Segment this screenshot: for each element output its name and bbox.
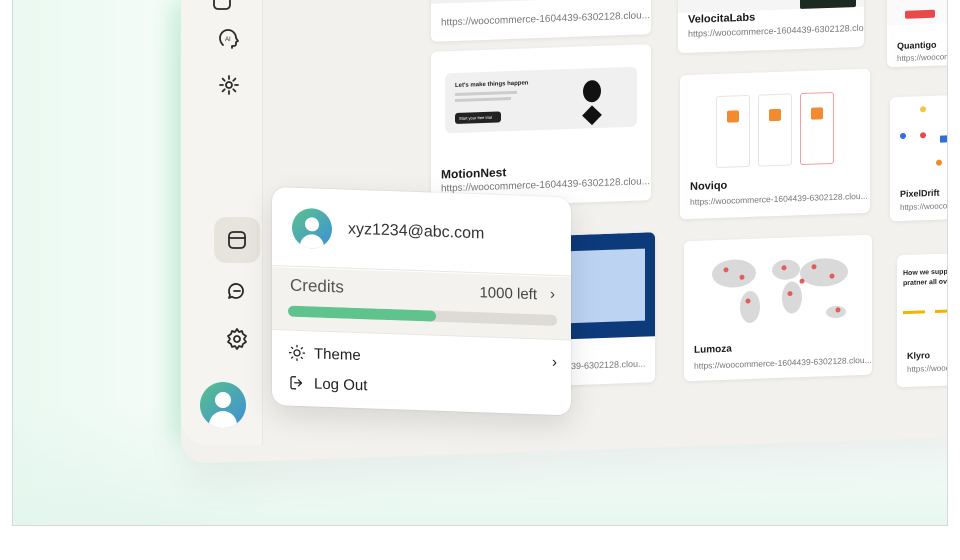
pricing-icon bbox=[811, 107, 823, 120]
site-name: MotionNest bbox=[441, 165, 507, 182]
avatar bbox=[292, 207, 332, 250]
site-card[interactable]: Lumoza https://woocommerce-1604439-63021… bbox=[684, 234, 872, 382]
thumbnail-stars bbox=[935, 309, 947, 313]
thumbnail-cta-label: Start your free trial bbox=[459, 114, 492, 121]
site-thumbnail bbox=[678, 0, 864, 14]
user-email: xyz1234@abc.com bbox=[348, 220, 485, 243]
thumbnail-hero: Let's make things happen Start your free… bbox=[445, 66, 637, 134]
site-name: Quantigo bbox=[897, 39, 937, 52]
settings-spark-icon[interactable] bbox=[206, 62, 252, 108]
site-url[interactable]: https://woocommerce-1604439-6302128.clou… bbox=[690, 191, 868, 207]
site-card[interactable]: Quantigo https://woocommerc... bbox=[887, 0, 947, 68]
site-name: Noviqo bbox=[690, 179, 728, 193]
credits-row[interactable]: Credits 1000 left › bbox=[272, 267, 571, 340]
pricing-column bbox=[800, 91, 834, 166]
thumbnail-button bbox=[905, 9, 935, 19]
thumbnail-stars bbox=[903, 310, 925, 315]
site-thumbnail bbox=[680, 68, 870, 176]
site-card[interactable]: Let's make things happen Start your free… bbox=[431, 44, 651, 208]
site-name: Lumoza bbox=[694, 343, 732, 356]
site-card[interactable]: Noviqo https://woocommerce-1604439-63021… bbox=[680, 68, 870, 220]
site-thumbnail: How we support pratner all over th bbox=[897, 252, 948, 344]
profile-menu: xyz1234@abc.com Credits 1000 left › Them… bbox=[272, 187, 571, 416]
avatar-head bbox=[215, 392, 231, 408]
theme-label: Theme bbox=[314, 344, 361, 364]
world-map-thumbnail bbox=[712, 258, 848, 323]
thumbnail-mascot bbox=[583, 79, 601, 103]
avatar-body bbox=[300, 233, 324, 250]
site-thumbnail bbox=[431, 0, 651, 4]
thumbnail-heading: Let's make things happen bbox=[455, 80, 529, 90]
sun-icon bbox=[288, 344, 306, 363]
pricing-icon bbox=[769, 108, 781, 122]
site-url[interactable]: https://woocommerc... bbox=[897, 51, 947, 63]
site-url[interactable]: https://woocommerce-1604439-6302128.clou… bbox=[694, 355, 872, 371]
site-url[interactable]: https://woocom... bbox=[907, 363, 947, 374]
credits-progress-fill bbox=[288, 305, 436, 322]
site-thumbnail: Let's make things happen Start your free… bbox=[431, 44, 651, 162]
site-url[interactable]: 39-6302128.clou... bbox=[571, 359, 646, 372]
logout-menu-item[interactable]: Log Out bbox=[288, 370, 557, 405]
diagram-node bbox=[940, 135, 947, 143]
chevron-right-icon: › bbox=[550, 285, 555, 303]
site-thumbnail bbox=[684, 234, 872, 336]
diagram-dot bbox=[936, 159, 942, 166]
diagram-dot bbox=[920, 132, 926, 139]
pricing-column bbox=[716, 94, 750, 169]
thumbnail-text-line bbox=[455, 97, 511, 103]
site-card[interactable]: PixelDrift https://woocomme... bbox=[890, 94, 947, 222]
avatar-head bbox=[305, 217, 319, 232]
chat-icon[interactable] bbox=[214, 268, 260, 314]
ai-icon[interactable]: AI bbox=[206, 16, 252, 62]
thumbnail-cta: Start your free trial bbox=[455, 111, 501, 125]
thumbnail-photo bbox=[800, 0, 856, 9]
site-name: VelocitaLabs bbox=[688, 11, 756, 26]
theme-menu-item[interactable]: Theme › bbox=[288, 340, 557, 375]
site-thumbnail bbox=[890, 94, 947, 182]
site-name: PixelDrift bbox=[900, 187, 940, 200]
profile-header: xyz1234@abc.com bbox=[292, 206, 551, 259]
site-thumbnail bbox=[887, 0, 947, 26]
site-name: Klyro bbox=[907, 350, 931, 361]
sites-icon[interactable] bbox=[214, 217, 260, 263]
thumbnail-text-line bbox=[455, 90, 517, 97]
pricing-column bbox=[758, 93, 792, 167]
site-card[interactable]: VelocitaLabs https://woocommerce-1604439… bbox=[678, 0, 864, 54]
gear-icon[interactable] bbox=[214, 316, 260, 362]
credits-remaining: 1000 left bbox=[479, 284, 537, 304]
logout-label: Log Out bbox=[314, 374, 368, 394]
chevron-right-icon: › bbox=[552, 353, 557, 371]
site-url[interactable]: https://woocomme... bbox=[900, 201, 947, 213]
diagram-dot bbox=[900, 132, 906, 140]
site-url[interactable]: https://woocommerce-1604439-6302128.clou… bbox=[441, 10, 650, 28]
pricing-icon bbox=[727, 110, 739, 123]
credits-progress-bar bbox=[288, 305, 557, 326]
user-avatar[interactable] bbox=[200, 382, 246, 428]
diagram-dot bbox=[920, 106, 926, 113]
thumbnail-heading: How we support pratner all over th bbox=[903, 268, 948, 288]
site-card[interactable]: How we support pratner all over th Klyro… bbox=[897, 252, 948, 388]
screenshot-stage: AI https://woocommerce-1604439-6302128.c… bbox=[12, 0, 948, 526]
logout-icon bbox=[288, 374, 306, 393]
thumbnail-sparkle bbox=[582, 105, 602, 126]
svg-text:AI: AI bbox=[225, 37, 231, 43]
avatar-body bbox=[209, 411, 237, 428]
credits-label: Credits bbox=[290, 275, 344, 297]
